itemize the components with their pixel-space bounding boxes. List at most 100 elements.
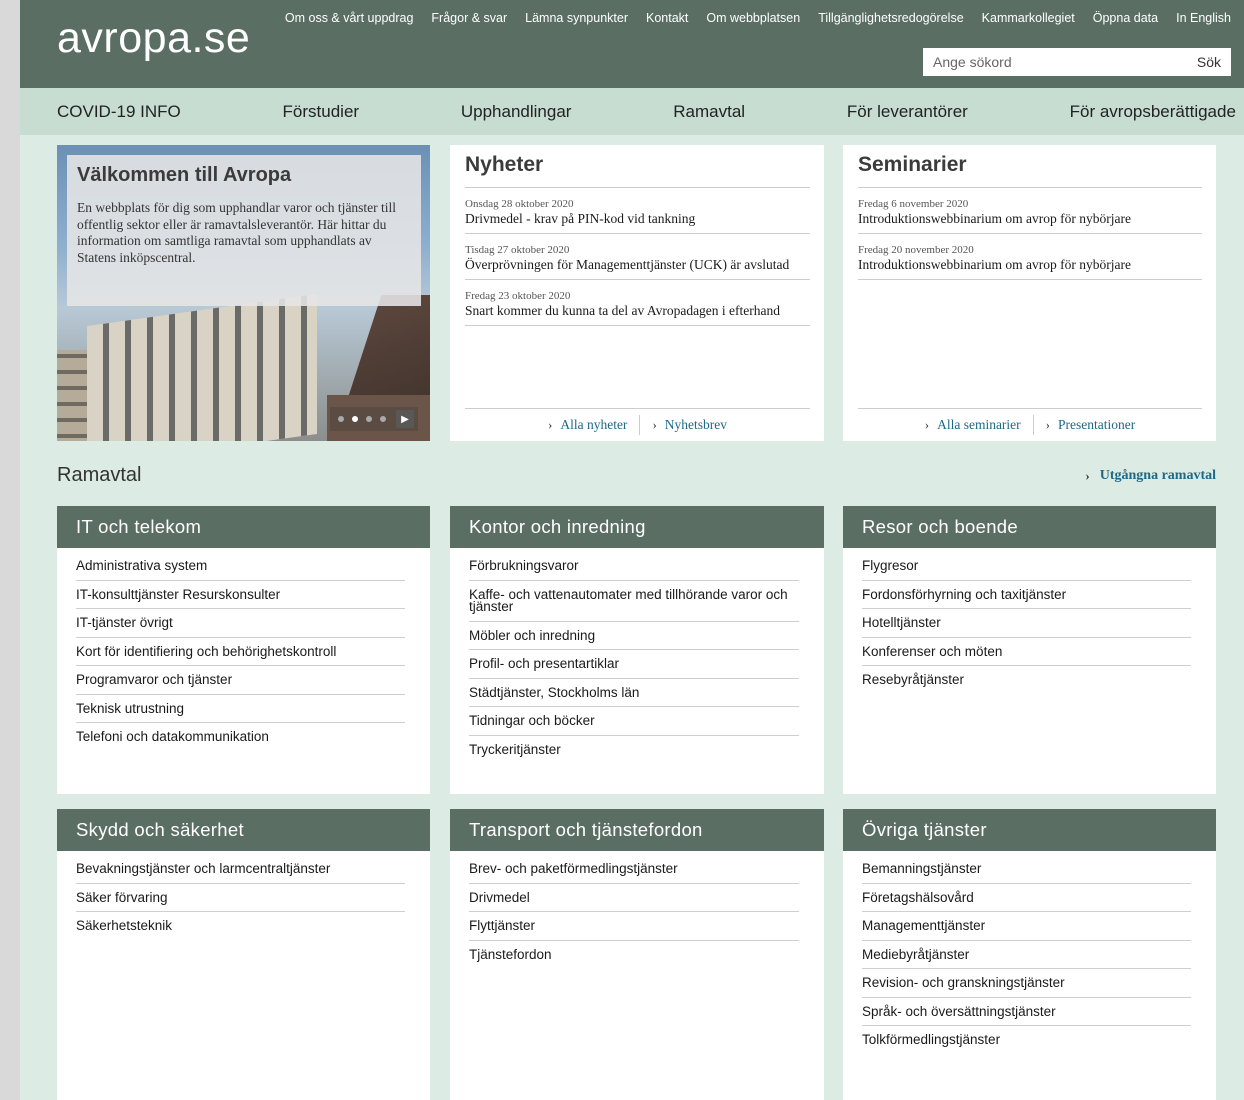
- nav-leverantorer[interactable]: För leverantörer: [847, 102, 968, 122]
- category-title[interactable]: Resor och boende: [843, 506, 1216, 548]
- all-news-label: Alla nyheter: [560, 417, 628, 432]
- news-date: Fredag 23 oktober 2020: [465, 290, 571, 302]
- category-item[interactable]: Programvaror och tjänster: [76, 666, 405, 695]
- carousel-dot[interactable]: [366, 416, 372, 422]
- category-item[interactable]: Resebyråtjänster: [862, 666, 1191, 694]
- news-card: Nyheter Onsdag 28 oktober 2020 Drivmedel…: [450, 145, 824, 441]
- category-title[interactable]: Övriga tjänster: [843, 809, 1216, 851]
- category-title[interactable]: Transport och tjänstefordon: [450, 809, 824, 851]
- carousel-dot[interactable]: [338, 416, 344, 422]
- category-item[interactable]: Teknisk utrustning: [76, 695, 405, 723]
- category-item[interactable]: Tidningar och böcker: [469, 707, 799, 736]
- category-item[interactable]: Kaffe- och vattenautomater med tillhöran…: [469, 581, 799, 622]
- news-date: Onsdag 28 oktober 2020: [465, 198, 574, 210]
- category-kontor-inredning: Kontor och inredning Förbrukningsvaror K…: [450, 506, 824, 794]
- toplink-kammarkollegiet[interactable]: Kammarkollegiet: [982, 11, 1075, 25]
- presentations-label: Presentationer: [1058, 417, 1136, 432]
- news-item[interactable]: Tisdag 27 oktober 2020 Överprövningen fö…: [465, 234, 810, 280]
- carousel-dot[interactable]: [380, 416, 386, 422]
- category-item[interactable]: Fordonsförhyrning och taxitjänster: [862, 581, 1191, 609]
- category-item[interactable]: Flyttjänster: [469, 912, 799, 941]
- category-item[interactable]: Tolkförmedlingstjänster: [862, 1026, 1191, 1054]
- category-item[interactable]: IT-konsulttjänster Resurskonsulter: [76, 581, 405, 609]
- category-item[interactable]: Profil- och presentartiklar: [469, 650, 799, 679]
- category-title[interactable]: Skydd och säkerhet: [57, 809, 430, 851]
- seminar-item[interactable]: Fredag 20 november 2020 Introduktionsweb…: [858, 234, 1202, 280]
- search-box: Sök: [923, 48, 1231, 76]
- hero-carousel[interactable]: Välkommen till Avropa En webbplats för d…: [57, 145, 430, 441]
- category-list: Administrativa system IT-konsulttjänster…: [57, 548, 430, 751]
- nav-upphandlingar[interactable]: Upphandlingar: [461, 102, 572, 122]
- seminar-headline[interactable]: Introduktionswebbinarium om avrop för ny…: [858, 258, 1202, 272]
- category-title[interactable]: IT och telekom: [57, 506, 430, 548]
- category-item[interactable]: Kort för identifiering och behörighetsko…: [76, 638, 405, 666]
- category-item[interactable]: Managementtjänster: [862, 912, 1191, 941]
- expired-agreements-link[interactable]: › Utgångna ramavtal: [1085, 468, 1216, 484]
- toplink-accessibility[interactable]: Tillgänglighetsredogörelse: [818, 11, 963, 25]
- newsletter-label: Nyhetsbrev: [664, 417, 728, 432]
- presentations-link[interactable]: › Presentationer: [1034, 417, 1148, 433]
- news-headline[interactable]: Överprövningen för Managementtjänster (U…: [465, 258, 810, 272]
- category-item[interactable]: Säker förvaring: [76, 884, 405, 912]
- category-item[interactable]: Städtjänster, Stockholms län: [469, 679, 799, 707]
- category-item[interactable]: Bemanningstjänster: [862, 855, 1191, 884]
- category-item[interactable]: IT-tjänster övrigt: [76, 609, 405, 638]
- news-headline[interactable]: Snart kommer du kunna ta del av Avropada…: [465, 304, 810, 318]
- nav-forstudier[interactable]: Förstudier: [283, 102, 360, 122]
- seminar-headline[interactable]: Introduktionswebbinarium om avrop för ny…: [858, 212, 1202, 226]
- category-title[interactable]: Kontor och inredning: [450, 506, 824, 548]
- category-item[interactable]: Möbler och inredning: [469, 622, 799, 650]
- nav-avropsberattigade[interactable]: För avropsberättigade: [1070, 102, 1236, 122]
- all-seminars-link[interactable]: › Alla seminarier: [913, 417, 1033, 433]
- news-footer: › Alla nyheter › Nyhetsbrev: [465, 408, 810, 441]
- chevron-right-icon: ›: [652, 417, 657, 432]
- news-item[interactable]: Fredag 23 oktober 2020 Snart kommer du k…: [465, 280, 810, 326]
- toplink-about-site[interactable]: Om webbplatsen: [706, 11, 800, 25]
- seminar-item[interactable]: Fredag 6 november 2020 Introduktionswebb…: [858, 188, 1202, 234]
- category-item[interactable]: Bevakningstjänster och larmcentraltjänst…: [76, 855, 405, 884]
- chevron-right-icon: ›: [924, 417, 930, 432]
- category-item[interactable]: Telefoni och datakommunikation: [76, 723, 405, 751]
- category-item[interactable]: Tryckeritjänster: [469, 736, 799, 764]
- news-item[interactable]: Onsdag 28 oktober 2020 Drivmedel - krav …: [465, 188, 810, 234]
- toplink-about[interactable]: Om oss & vårt uppdrag: [285, 11, 414, 25]
- all-seminars-label: Alla seminarier: [937, 417, 1021, 432]
- category-item[interactable]: Förbrukningsvaror: [469, 552, 799, 581]
- page: avropa.se Om oss & vårt uppdrag Frågor &…: [20, 0, 1244, 1100]
- category-item[interactable]: Administrativa system: [76, 552, 405, 581]
- category-item[interactable]: Drivmedel: [469, 884, 799, 912]
- nav-ramavtal[interactable]: Ramavtal: [673, 102, 745, 122]
- category-it-telekom: IT och telekom Administrativa system IT-…: [57, 506, 430, 794]
- category-item[interactable]: Revision- och granskningstjänster: [862, 969, 1191, 998]
- category-list: Bemanningstjänster Företagshälsovård Man…: [843, 851, 1216, 1054]
- category-item[interactable]: Säkerhetsteknik: [76, 912, 405, 940]
- toplink-feedback[interactable]: Lämna synpunkter: [525, 11, 628, 25]
- toplink-english[interactable]: In English: [1176, 11, 1231, 25]
- toplink-faq[interactable]: Frågor & svar: [431, 11, 507, 25]
- chevron-right-icon: ›: [1085, 467, 1090, 483]
- site-logo[interactable]: avropa.se: [57, 14, 250, 63]
- category-list: Bevakningstjänster och larmcentraltjänst…: [57, 851, 430, 940]
- category-item[interactable]: Brev- och paketförmedlingstjänster: [469, 855, 799, 884]
- category-item[interactable]: Konferenser och möten: [862, 638, 1191, 666]
- category-item[interactable]: Hotelltjänster: [862, 609, 1191, 638]
- search-input[interactable]: [923, 49, 1187, 75]
- nav-covid-info[interactable]: COVID-19 INFO: [57, 102, 181, 122]
- toplink-open-data[interactable]: Öppna data: [1093, 11, 1158, 25]
- search-button[interactable]: Sök: [1187, 54, 1231, 70]
- category-ovriga-tjanster: Övriga tjänster Bemanningstjänster Föret…: [843, 809, 1216, 1100]
- all-news-link[interactable]: › Alla nyheter: [536, 417, 639, 433]
- category-item[interactable]: Företagshälsovård: [862, 884, 1191, 912]
- category-item[interactable]: Mediebyråtjänster: [862, 941, 1191, 969]
- carousel-dot-active[interactable]: [352, 416, 358, 422]
- category-item[interactable]: Språk- och översättningstjänster: [862, 998, 1191, 1026]
- category-item[interactable]: Tjänstefordon: [469, 941, 799, 969]
- carousel-next-icon[interactable]: ▶: [396, 410, 414, 428]
- category-transport: Transport och tjänstefordon Brev- och pa…: [450, 809, 824, 1100]
- seminars-title: Seminarier: [858, 153, 1202, 188]
- category-skydd-sakerhet: Skydd och säkerhet Bevakningstjänster oc…: [57, 809, 430, 1100]
- toplink-contact[interactable]: Kontakt: [646, 11, 688, 25]
- newsletter-link[interactable]: › Nyhetsbrev: [640, 417, 739, 433]
- news-headline[interactable]: Drivmedel - krav på PIN-kod vid tankning: [465, 212, 810, 226]
- category-item[interactable]: Flygresor: [862, 552, 1191, 581]
